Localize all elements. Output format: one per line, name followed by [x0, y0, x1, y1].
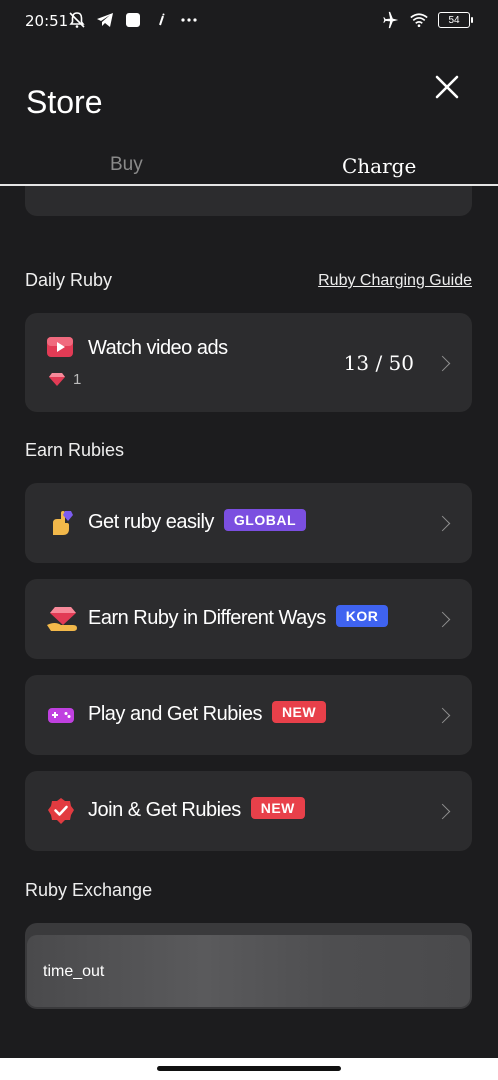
close-button[interactable]: [432, 72, 462, 102]
partial-card-value: 150: [247, 186, 280, 187]
battery-icon: 54: [438, 12, 473, 28]
timeout-toast: time_out: [43, 963, 105, 980]
airplane-icon: [382, 11, 400, 29]
item-label: Join & Get Rubies: [88, 799, 241, 821]
earn-ruby-different-ways-label: Earn Ruby in Different Ways KOR: [88, 605, 389, 630]
reward-row: 1: [49, 371, 81, 388]
tab-charge[interactable]: Charge: [342, 154, 416, 178]
more-dots-icon: [180, 11, 198, 29]
new-badge: NEW: [271, 701, 327, 723]
video-play-icon: [47, 337, 73, 357]
status-time: 20:51: [25, 12, 69, 30]
join-and-get-rubies-card[interactable]: Join & Get Rubies NEW: [25, 771, 472, 851]
reward-amount: 1: [73, 371, 82, 388]
wifi-icon: [410, 11, 428, 29]
page-title: Store: [26, 84, 103, 120]
item-label: Earn Ruby in Different Ways: [88, 607, 326, 629]
home-indicator[interactable]: [157, 1066, 341, 1071]
status-bar: 20:51 54: [0, 0, 498, 44]
ruby-exchange-card[interactable]: time_out: [25, 923, 472, 1009]
tab-buy[interactable]: Buy: [110, 154, 143, 176]
ruby-hand-icon: [47, 605, 77, 633]
hand-gem-icon: [47, 509, 75, 537]
join-and-get-rubies-label: Join & Get Rubies NEW: [88, 797, 305, 822]
kor-badge: KOR: [335, 605, 389, 627]
check-badge-icon: [47, 797, 75, 825]
charge-content[interactable]: 150 Daily Ruby Ruby Charging Guide Watch…: [0, 186, 498, 1046]
play-and-get-rubies-card[interactable]: Play and Get Rubies NEW: [25, 675, 472, 755]
item-label: Get ruby easily: [88, 511, 214, 533]
chevron-right-icon: [434, 515, 451, 532]
earn-ruby-different-ways-card[interactable]: Earn Ruby in Different Ways KOR: [25, 579, 472, 659]
global-badge: GLOBAL: [223, 509, 306, 531]
ruby-gem-icon: [49, 373, 65, 386]
slash-icon: [152, 11, 170, 29]
ads-progress: 13 / 50: [343, 351, 414, 375]
status-icons-left: [68, 11, 198, 29]
status-icons-right: 54: [382, 11, 473, 29]
gamepad-icon: [47, 701, 75, 729]
battery-level: 54: [448, 14, 460, 26]
tab-bar: Buy Charge: [0, 146, 498, 186]
mute-bell-icon: [68, 11, 86, 29]
square-app-icon: [124, 11, 142, 29]
daily-ruby-title: Daily Ruby: [25, 270, 113, 290]
header: Store: [0, 44, 498, 144]
item-label: Play and Get Rubies: [88, 703, 262, 725]
gesture-bar: [0, 1058, 498, 1080]
watch-video-ads-label: Watch video ads: [88, 337, 228, 359]
earn-rubies-title: Earn Rubies: [25, 440, 125, 460]
ruby-exchange-title: Ruby Exchange: [25, 880, 153, 900]
get-ruby-easily-label: Get ruby easily GLOBAL: [88, 509, 306, 534]
watch-video-ads-card[interactable]: Watch video ads 1 13 / 50: [25, 313, 472, 412]
chevron-right-icon: [434, 611, 451, 628]
telegram-icon: [96, 11, 114, 29]
new-badge: NEW: [250, 797, 305, 819]
chevron-right-icon: [434, 803, 451, 820]
close-icon: [435, 75, 459, 99]
chevron-right-icon: [434, 355, 451, 372]
chevron-right-icon: [434, 707, 451, 724]
partial-card[interactable]: 150: [25, 186, 472, 216]
ruby-charging-guide-link[interactable]: Ruby Charging Guide: [318, 272, 472, 290]
get-ruby-easily-card[interactable]: Get ruby easily GLOBAL: [25, 483, 472, 563]
play-and-get-rubies-label: Play and Get Rubies NEW: [88, 701, 327, 726]
